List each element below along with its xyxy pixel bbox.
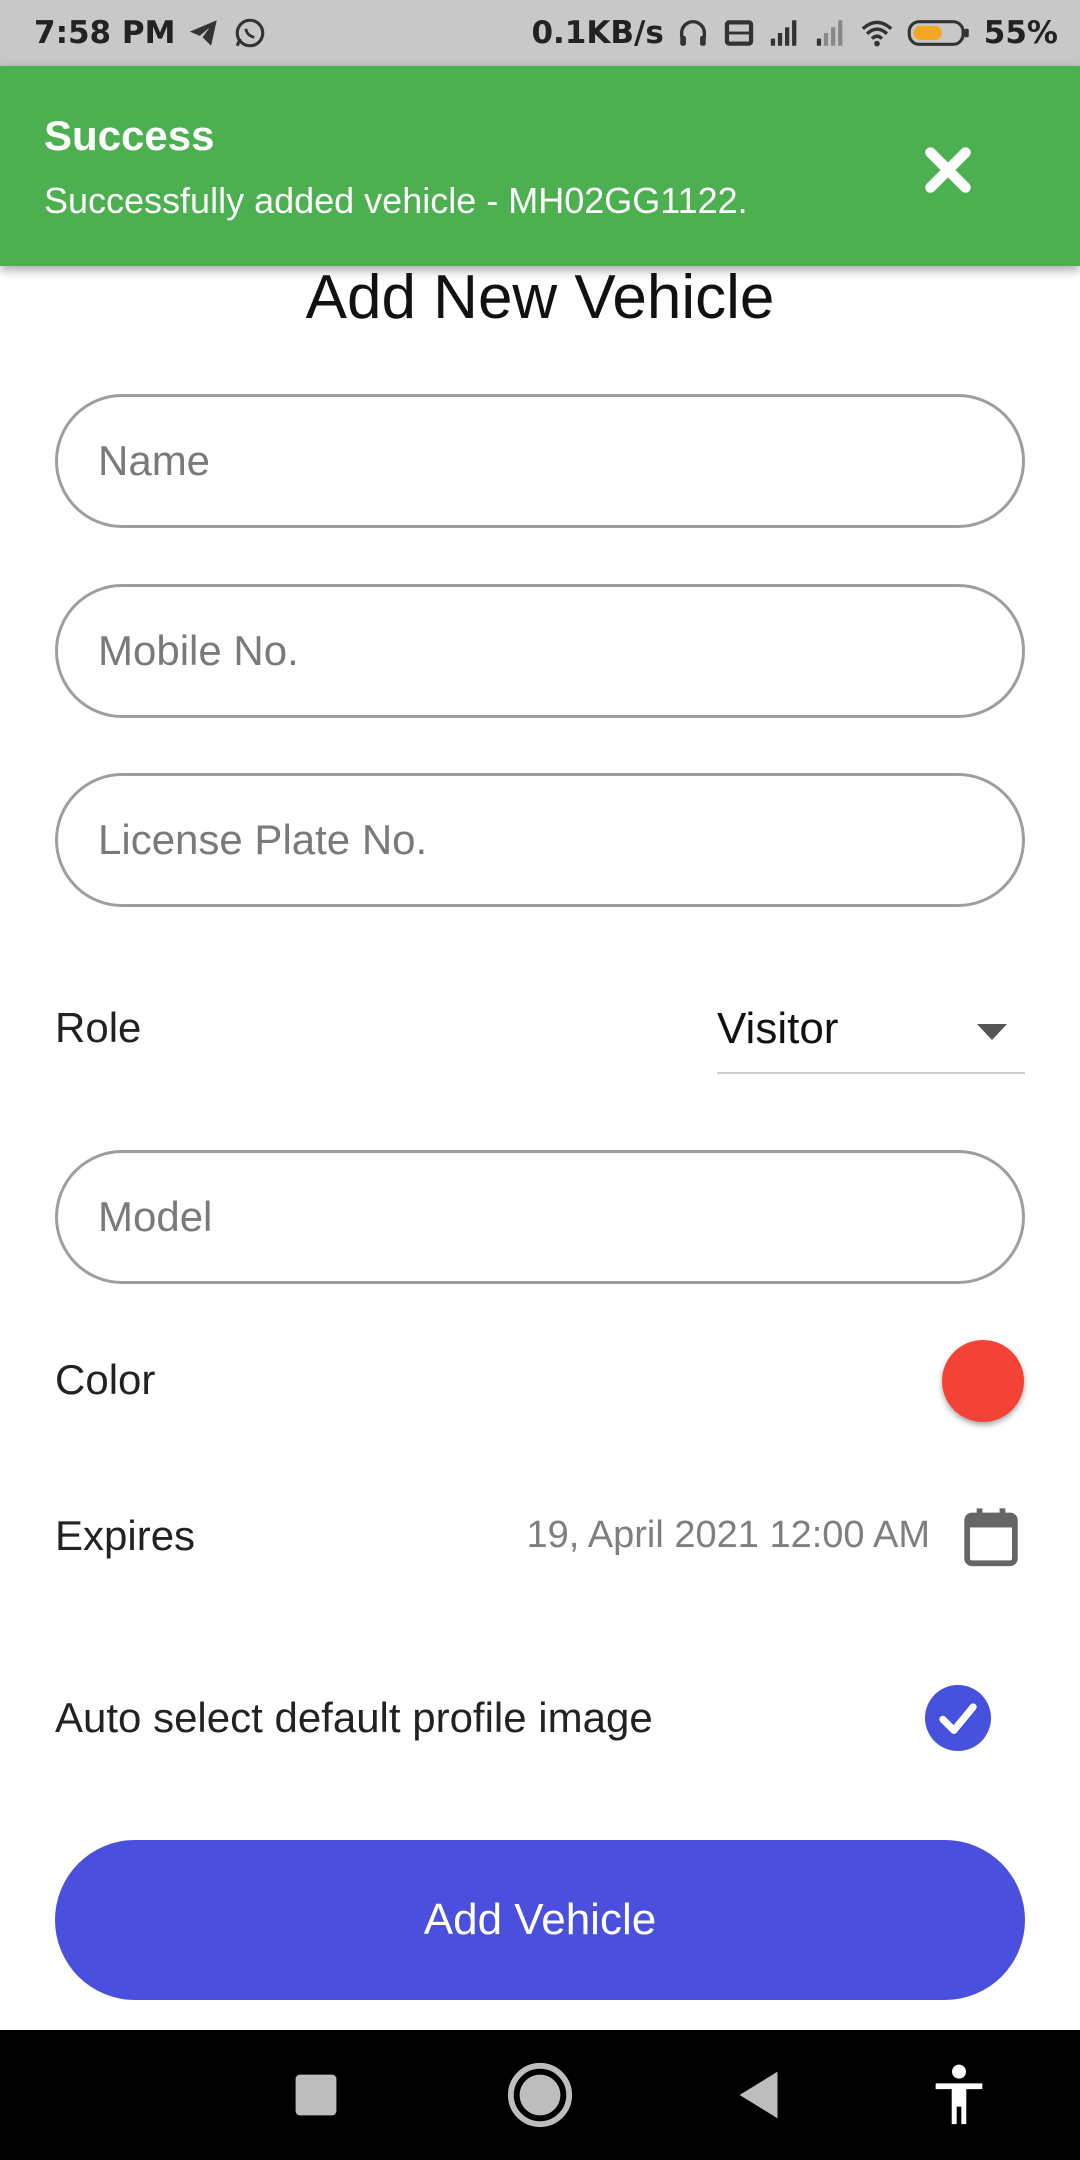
- calendar-icon[interactable]: [962, 1506, 1020, 1568]
- role-dropdown[interactable]: Visitor: [717, 994, 1025, 1074]
- license-plate-field[interactable]: [55, 773, 1025, 907]
- signal-icon: [768, 16, 802, 50]
- status-time: 7:58 PM: [34, 15, 176, 51]
- license-plate-input[interactable]: [58, 776, 1022, 904]
- close-icon[interactable]: [918, 140, 978, 200]
- expires-label: Expires: [55, 1512, 196, 1559]
- checkmark-icon: [939, 1703, 977, 1734]
- volte-icon: [722, 16, 756, 50]
- back-triangle-icon[interactable]: [725, 2060, 795, 2130]
- name-input[interactable]: [58, 397, 1022, 525]
- system-nav-bar: [0, 2030, 1080, 2160]
- page-title: Add New Vehicle: [305, 263, 775, 332]
- name-field[interactable]: [55, 394, 1025, 528]
- toast-message: Successfully added vehicle - MH02GG1122.: [44, 180, 748, 221]
- whatsapp-icon: [233, 16, 267, 50]
- role-label: Role: [55, 1004, 142, 1051]
- accessibility-icon[interactable]: [924, 2060, 994, 2130]
- auto-image-checkbox[interactable]: [925, 1685, 991, 1751]
- model-input[interactable]: [58, 1153, 1022, 1281]
- status-bar: 7:58 PM 0.1KB/s 55%: [0, 0, 1080, 66]
- success-toast: Success Successfully added vehicle - MH0…: [0, 66, 1080, 266]
- battery-percent: 55%: [983, 15, 1058, 51]
- recents-square-icon[interactable]: [281, 2060, 351, 2130]
- role-selected-value: Visitor: [717, 1004, 839, 1053]
- wifi-icon: [860, 16, 894, 50]
- model-field[interactable]: [55, 1150, 1025, 1284]
- telegram-icon: [187, 16, 221, 50]
- toast-title: Success: [44, 112, 215, 159]
- auto-image-label: Auto select default profile image: [55, 1694, 653, 1741]
- headphones-icon: [676, 16, 710, 50]
- mobile-field[interactable]: [55, 584, 1025, 718]
- dropdown-arrow-icon: [977, 1024, 1007, 1042]
- home-circle-icon[interactable]: [505, 2060, 575, 2130]
- expires-date-value[interactable]: 19, April 2021 12:00 AM: [526, 1514, 930, 1557]
- network-speed: 0.1KB/s: [531, 15, 664, 51]
- signal-weak-icon: [814, 16, 848, 50]
- mobile-input[interactable]: [58, 587, 1022, 715]
- add-vehicle-button[interactable]: Add Vehicle: [55, 1840, 1025, 2000]
- color-picker-swatch[interactable]: [942, 1340, 1024, 1422]
- color-label: Color: [55, 1356, 156, 1403]
- battery-icon: [906, 16, 972, 50]
